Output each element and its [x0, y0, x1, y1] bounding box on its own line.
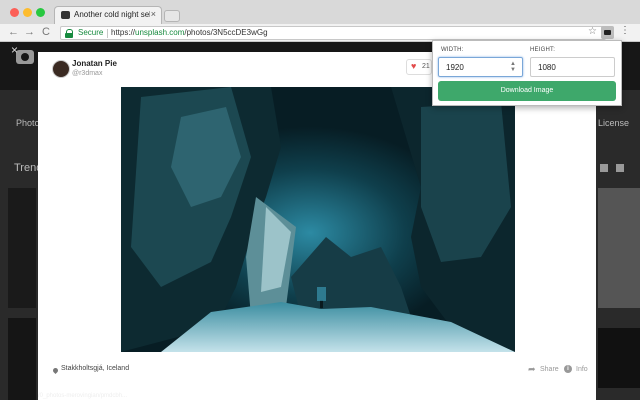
photo-headlamp-beam — [317, 287, 326, 301]
share-icon[interactable]: ➦ — [528, 364, 536, 375]
screenshot-extension-button[interactable] — [601, 26, 614, 39]
background-nav-right: License — [598, 118, 630, 128]
photo-hiker — [320, 300, 323, 308]
logo-lens — [21, 53, 29, 61]
minimize-window-button[interactable] — [23, 8, 32, 17]
unsplash-logo-icon[interactable] — [16, 50, 34, 64]
browser-tab[interactable]: Another cold night selfie photo × — [54, 6, 162, 24]
author-handle[interactable]: @r3dmax — [72, 70, 102, 77]
author-avatar[interactable] — [52, 60, 70, 78]
width-stepper-icon[interactable]: ▲ ▼ — [510, 61, 516, 73]
url-path: /photos/3N5ccDE3wGg — [184, 28, 268, 37]
forward-arrow-icon[interactable]: → — [24, 26, 35, 38]
address-divider — [107, 29, 108, 38]
info-icon[interactable]: i — [564, 365, 572, 373]
close-window-button[interactable] — [10, 8, 19, 17]
address-bar[interactable]: Secure https://unsplash.com/photos/3N5cc… — [60, 26, 606, 40]
height-value: 1080 — [538, 63, 556, 72]
height-label: HEIGHT: — [530, 47, 556, 53]
reload-icon[interactable]: C — [42, 26, 50, 38]
grid-view-icon[interactable] — [616, 164, 624, 172]
share-button[interactable]: Share — [540, 366, 559, 373]
url-text: https://unsplash.com/photos/3N5ccDE3wGg — [111, 28, 268, 37]
width-input[interactable]: 1920 ▲ ▼ — [438, 57, 523, 77]
tab-close-icon[interactable]: × — [151, 9, 156, 19]
bookmark-star-icon[interactable]: ☆ — [588, 26, 597, 37]
maximize-window-button[interactable] — [36, 8, 45, 17]
browser-menu-icon[interactable]: ⋮ — [620, 25, 630, 36]
location-pin-icon — [51, 366, 60, 375]
new-tab-button[interactable] — [164, 10, 180, 22]
background-thumbnail — [598, 188, 640, 308]
url-host: unsplash.com — [135, 28, 185, 37]
status-bar-link: /0_photos-merovingian/pmdcbh... — [38, 393, 128, 399]
browser-tab-strip: Another cold night selfie photo × — [0, 0, 640, 25]
close-modal-icon[interactable]: × — [11, 43, 18, 57]
like-count: 21 — [422, 63, 430, 70]
tab-title: Another cold night selfie photo — [74, 10, 150, 19]
background-thumbnail — [8, 188, 36, 308]
background-thumbnail — [598, 328, 640, 388]
camera-favicon-icon — [61, 11, 70, 19]
camera-icon — [604, 30, 611, 35]
heart-icon: ♥ — [411, 61, 417, 71]
lock-body — [65, 33, 73, 38]
height-input[interactable]: 1080 — [530, 57, 615, 77]
screenshot-extension-popup: WIDTH: HEIGHT: 1920 ▲ ▼ 1080 Download Ima… — [432, 40, 622, 106]
width-value: 1920 — [446, 63, 464, 72]
author-name[interactable]: Jonatan Pie — [72, 59, 117, 68]
info-button[interactable]: Info — [576, 366, 588, 373]
secure-label: Secure — [78, 28, 104, 37]
url-scheme: https:// — [111, 28, 136, 37]
background-thumbnail — [8, 318, 36, 400]
download-image-button[interactable]: Download Image — [438, 81, 616, 101]
main-photo[interactable] — [121, 87, 515, 352]
width-label: WIDTH: — [441, 47, 464, 53]
photo-location[interactable]: Stakkholtsgjá, Iceland — [61, 365, 129, 372]
list-view-icon[interactable] — [600, 164, 608, 172]
back-arrow-icon[interactable]: ← — [8, 26, 19, 38]
like-button[interactable]: ♥ 21 — [406, 59, 432, 75]
